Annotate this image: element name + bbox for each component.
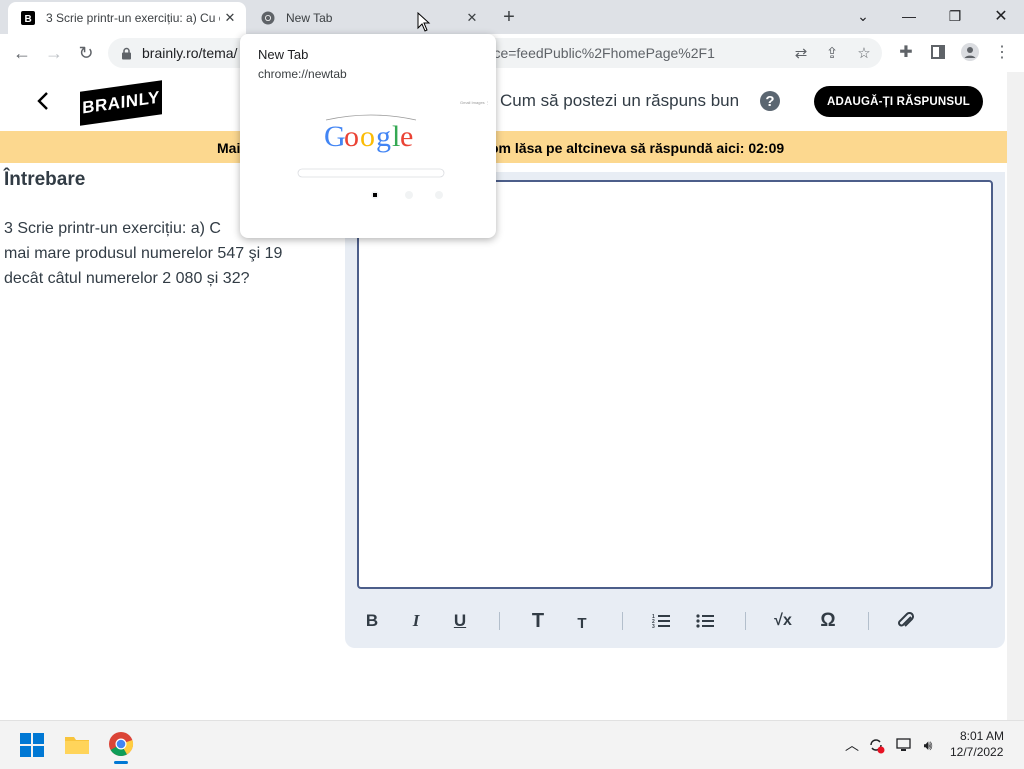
windows-start-icon[interactable]	[20, 733, 44, 762]
translate-icon[interactable]: ⇄	[791, 43, 811, 63]
volume-icon[interactable]: 🔊︎	[918, 736, 938, 754]
toolbar-divider	[622, 612, 623, 630]
show-hidden-icons-chevron-icon[interactable]: ︿	[842, 736, 862, 754]
svg-text:Gmail Images ⋮: Gmail Images ⋮	[460, 100, 490, 105]
back-arrow-icon[interactable]: ←	[8, 39, 36, 67]
share-icon[interactable]: ⇪	[822, 43, 842, 63]
active-app-indicator	[114, 761, 128, 764]
math-sqrt-button[interactable]: √x	[770, 609, 796, 633]
tab-search-icon[interactable]: ⌄	[840, 4, 886, 28]
tab-hover-card: New Tab chrome://newtab Gmail Images ⋮ G…	[240, 34, 496, 238]
help-icon[interactable]: ?	[760, 91, 780, 111]
hover-card-title: New Tab	[258, 47, 309, 62]
svg-text:o: o	[344, 120, 359, 153]
file-explorer-icon[interactable]	[64, 733, 90, 760]
add-answer-button[interactable]: ADAUGĂ-ȚI RĂSPUNSUL	[814, 86, 983, 117]
extensions-puzzle-icon[interactable]: ✚	[896, 42, 916, 62]
chrome-icon	[260, 10, 276, 26]
special-chars-button[interactable]: Ω	[815, 609, 841, 633]
network-icon[interactable]	[894, 736, 914, 754]
attachment-paperclip-icon[interactable]	[894, 609, 920, 633]
sync-status-icon[interactable]	[866, 736, 886, 754]
tab-title: New Tab	[286, 11, 333, 25]
how-to-answer-link[interactable]: Cum să postezi un răspuns bun	[500, 91, 739, 111]
bold-button[interactable]: B	[359, 609, 385, 633]
profile-avatar-icon[interactable]	[960, 42, 980, 62]
side-panel-icon[interactable]	[928, 42, 948, 62]
close-window-button[interactable]: ✕	[978, 4, 1024, 28]
forward-arrow-icon[interactable]: →	[40, 39, 68, 67]
new-tab-button[interactable]: +	[498, 6, 520, 28]
bullet-list-icon[interactable]	[692, 609, 718, 633]
mouse-cursor-icon	[417, 11, 431, 37]
hover-card-url: chrome://newtab	[258, 67, 347, 81]
minimize-button[interactable]: —	[886, 4, 932, 28]
heading-small-button[interactable]: T	[569, 611, 595, 635]
svg-text:g: g	[376, 120, 391, 153]
underline-button[interactable]: U	[447, 609, 473, 633]
svg-text:G: G	[324, 120, 346, 153]
question-heading: Întrebare	[4, 169, 86, 190]
question-line: decât câtul numerelor 2 080 și 32?	[4, 270, 250, 287]
answer-textarea[interactable]	[357, 180, 993, 589]
tab-title: 3 Scrie printr-un exercițiu: a) Cu c	[46, 11, 220, 25]
close-tab-icon[interactable]: ✕	[220, 8, 240, 28]
back-chevron-icon[interactable]	[33, 90, 53, 118]
bookmark-star-icon[interactable]: ☆	[854, 43, 874, 63]
reload-icon[interactable]: ↻	[72, 39, 100, 67]
toolbar-divider	[868, 612, 869, 630]
italic-button[interactable]: I	[403, 609, 429, 633]
close-tab-icon[interactable]: ✕	[462, 8, 482, 28]
url-text: brainly.ro/tema/	[142, 45, 238, 61]
chrome-taskbar-icon[interactable]	[108, 731, 134, 764]
lock-icon[interactable]	[116, 43, 136, 63]
toolbar-divider	[745, 612, 746, 630]
svg-text:e: e	[400, 120, 413, 153]
brainly-favicon-icon: B	[20, 10, 36, 26]
new-tab-preview-thumbnail: Gmail Images ⋮ G o o g l e	[276, 92, 496, 212]
toolbar-divider	[499, 612, 500, 630]
heading-large-button[interactable]: T	[525, 609, 551, 633]
url-text-tail: urce=feedPublic%2FhomePage%2F1	[481, 45, 715, 61]
page-scrollbar[interactable]	[1007, 72, 1024, 720]
banner-text-right: om lăsa pe altcineva să răspundă aici: 0…	[490, 140, 785, 156]
svg-text:B: B	[25, 14, 32, 25]
svg-text:o: o	[360, 120, 375, 153]
restore-button[interactable]: ❐	[932, 4, 978, 28]
clock-time[interactable]: 8:01 AM	[960, 729, 1004, 743]
tab-new-tab[interactable]: New Tab ✕	[248, 2, 488, 34]
tab-brainly[interactable]: B 3 Scrie printr-un exercițiu: a) Cu c ✕	[8, 2, 246, 34]
menu-kebab-icon[interactable]: ⋮	[992, 42, 1012, 62]
clock-date[interactable]: 12/7/2022	[950, 745, 1003, 759]
svg-text:3: 3	[652, 624, 655, 629]
browser-toolbar: ← → ↻ brainly.ro/tema/ urce=feedPublic%2…	[0, 34, 1024, 73]
banner-text-left: Mai	[217, 140, 241, 156]
question-line: mai mare produsul numerelor 547 şi 19	[4, 245, 283, 262]
ordered-list-icon[interactable]: 123	[648, 609, 674, 633]
